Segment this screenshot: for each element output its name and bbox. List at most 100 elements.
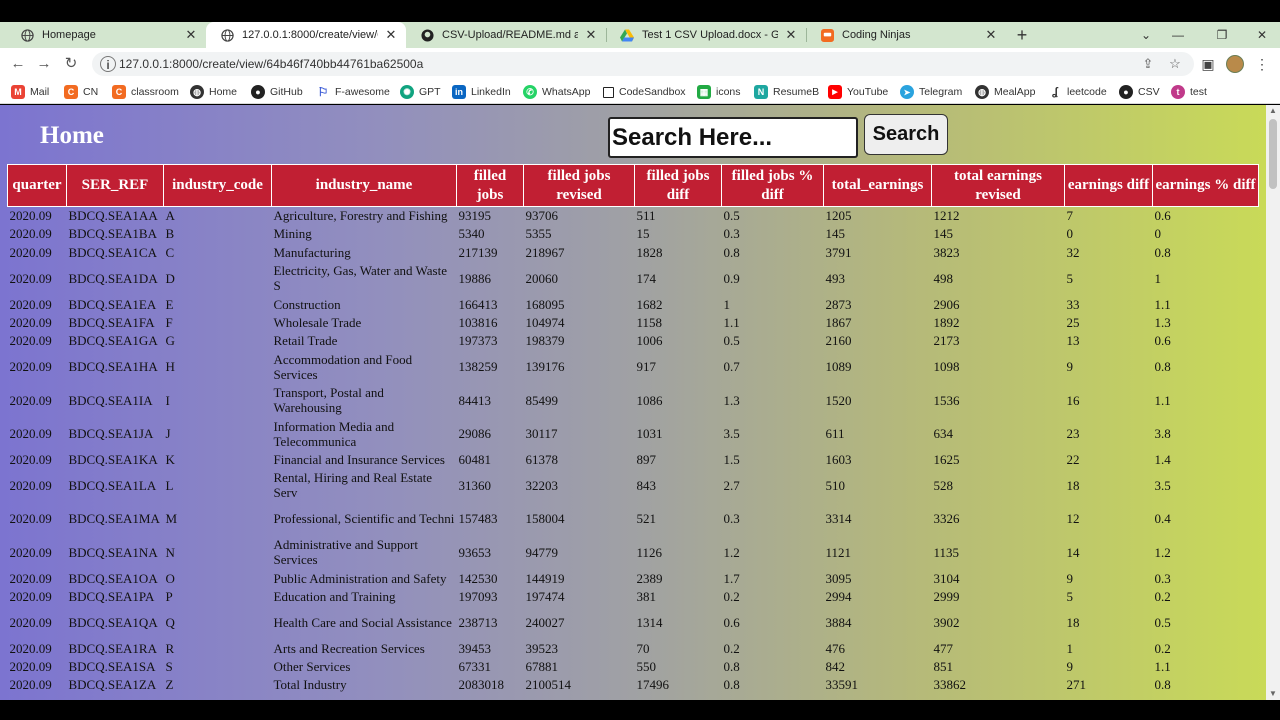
table-cell: BDCQ.SEA1AA <box>68 208 158 224</box>
table-cell: BDCQ.SEA1MA <box>68 511 160 527</box>
tab-search-chevron-icon[interactable]: ⌄ <box>1133 22 1159 48</box>
bookmark-youtube[interactable]: ▶ YouTube <box>828 83 888 101</box>
table-cell: 145 <box>825 226 846 242</box>
forward-arrow-icon[interactable]: → <box>34 54 54 74</box>
tab-google-doc[interactable]: Test 1 CSV Upload.docx - Google ✕ <box>606 22 806 48</box>
browser-window: Homepage ✕ 127.0.0.1:8000/create/view/64… <box>0 0 1280 720</box>
table-cell: Education and Training <box>273 589 396 605</box>
table-cell: 93195 <box>458 208 492 224</box>
bookmark-cn[interactable]: C CN <box>64 83 98 101</box>
new-tab-button[interactable]: + <box>1012 22 1032 48</box>
table-cell: 510 <box>825 477 846 493</box>
url-text[interactable]: 127.0.0.1:8000/create/view/64b46f740bb44… <box>119 52 423 76</box>
side-panel-icon[interactable]: ▣ <box>1198 54 1218 74</box>
bookmark-resumeb[interactable]: N ResumeB <box>754 83 819 101</box>
site-info-icon[interactable]: i <box>100 56 116 72</box>
page-content: Home Search quarter SER_REF industry_cod… <box>0 105 1266 700</box>
bookmark-test[interactable]: t test <box>1171 83 1207 101</box>
bookmark-csv[interactable]: ● CSV <box>1119 83 1160 101</box>
leetcode-icon: ʆ <box>1048 85 1062 99</box>
bookmark-gpt[interactable]: ✺ GPT <box>400 83 441 101</box>
gmail-icon: M <box>11 85 25 99</box>
table-cell: 2020.09 <box>9 640 52 656</box>
table-cell: 3.5 <box>1154 477 1171 493</box>
more-menu-icon[interactable]: ⋮ <box>1252 54 1272 74</box>
address-bar[interactable]: i 127.0.0.1:8000/create/view/64b46f740bb… <box>92 52 1194 76</box>
bookmark-label: F-awesome <box>335 86 390 98</box>
table-cell: 0.9 <box>723 270 740 286</box>
table-cell: 0.6 <box>1154 333 1171 349</box>
tab-coding-ninjas[interactable]: Coding Ninjas ✕ <box>806 22 1006 48</box>
bookmark-github[interactable]: ● GitHub <box>251 83 303 101</box>
table-cell: 2020.09 <box>9 226 52 242</box>
close-icon[interactable]: ✕ <box>584 27 598 43</box>
bookmark-telegram[interactable]: ➤ Telegram <box>900 83 962 101</box>
bookmark-leetcode[interactable]: ʆ leetcode <box>1048 83 1107 101</box>
bookmark-mealapp[interactable]: ◍ MealApp <box>975 83 1035 101</box>
coding-ninjas-icon: C <box>64 85 78 99</box>
scroll-down-icon[interactable]: ▼ <box>1266 688 1280 700</box>
table-cell: 1135 <box>933 544 960 560</box>
bookmark-f-awesome[interactable]: ⚐ F-awesome <box>316 83 390 101</box>
table-cell: 1205 <box>825 208 852 224</box>
column-header: SER_REF <box>66 164 164 207</box>
table-cell: 7 <box>1066 208 1074 224</box>
profile-avatar[interactable] <box>1226 55 1244 73</box>
restore-icon[interactable]: ❐ <box>1209 22 1235 48</box>
table-cell: 197373 <box>458 333 498 349</box>
table-cell: 2020.09 <box>9 314 52 330</box>
table-cell: 13 <box>1066 333 1080 349</box>
table-cell: BDCQ.SEA1PA <box>68 589 155 605</box>
bookmark-label: Mail <box>30 86 50 98</box>
tab-active-view[interactable]: 127.0.0.1:8000/create/view/64b4 ✕ <box>206 22 406 48</box>
table-header-row: quarter SER_REF industry_code industry_n… <box>7 164 1259 207</box>
table-cell: BDCQ.SEA1DA <box>68 270 158 286</box>
table-cell: BDCQ.SEA1SA <box>68 659 156 675</box>
bookmark-codesandbox[interactable]: CodeSandbox <box>603 83 686 101</box>
search-input[interactable] <box>608 117 858 158</box>
scroll-up-icon[interactable]: ▲ <box>1266 105 1280 117</box>
bookmark-label: LinkedIn <box>471 86 511 98</box>
table-cell: R <box>165 640 175 656</box>
bookmark-classroom[interactable]: Cclassroom <box>112 83 179 101</box>
bookmark-whatsapp[interactable]: ✆ WhatsApp <box>523 83 590 101</box>
table-cell: Other Services <box>273 659 351 675</box>
close-icon[interactable]: ✕ <box>184 27 198 43</box>
close-icon[interactable]: ✕ <box>384 27 398 43</box>
bookmark-linkedin[interactable]: in LinkedIn <box>452 83 511 101</box>
table-cell: N <box>165 544 175 560</box>
table-cell: C <box>165 244 175 260</box>
bookmark-star-icon[interactable]: ☆ <box>1167 56 1183 72</box>
scrollbar-thumb[interactable] <box>1269 119 1277 189</box>
bookmark-home[interactable]: ◍ Home <box>190 83 237 101</box>
column-header: filled jobs <box>456 164 524 207</box>
close-icon[interactable]: ✕ <box>984 27 998 43</box>
table-cell: 0.5 <box>723 208 740 224</box>
tab-github-readme[interactable]: CSV-Upload/README.md at mai ✕ <box>406 22 606 48</box>
back-arrow-icon[interactable]: ← <box>8 54 28 74</box>
table-row: 2020.09 BDCQ.SEA1EA E Construction 166413 168… <box>8 295 1259 313</box>
tab-homepage[interactable]: Homepage ✕ <box>6 22 206 48</box>
table-cell: L <box>165 477 174 493</box>
table-cell: 3823 <box>933 244 960 260</box>
table-cell: 2020.09 <box>9 359 52 375</box>
icons-icon: ▦ <box>697 85 711 99</box>
page-scrollbar[interactable]: ▲ ▼ <box>1266 105 1280 700</box>
search-button[interactable]: Search <box>864 114 948 155</box>
window-close-icon[interactable]: ✕ <box>1249 22 1275 48</box>
table-cell: 0.3 <box>723 511 740 527</box>
table-cell: 1006 <box>636 333 663 349</box>
minimize-icon[interactable]: — <box>1165 22 1191 48</box>
table-cell: 0.5 <box>1154 614 1171 630</box>
table-cell: 2173 <box>933 333 960 349</box>
bookmark-mail[interactable]: M Mail <box>11 83 49 101</box>
bookmark-icons[interactable]: ▦ icons <box>697 83 741 101</box>
reload-icon[interactable]: ↻ <box>61 54 81 74</box>
column-header: total earnings revised <box>931 164 1065 207</box>
table-cell: 2020.09 <box>9 296 52 312</box>
table-row: 2020.09 BDCQ.SEA1RA R Arts and Recreation S… <box>8 639 1259 657</box>
close-icon[interactable]: ✕ <box>784 27 798 43</box>
table-row: 2020.09 BDCQ.SEA1QA Q Health Care and Socia… <box>8 606 1259 640</box>
bookmark-label: leetcode <box>1067 86 1107 98</box>
share-icon[interactable]: ⇪ <box>1140 56 1156 72</box>
